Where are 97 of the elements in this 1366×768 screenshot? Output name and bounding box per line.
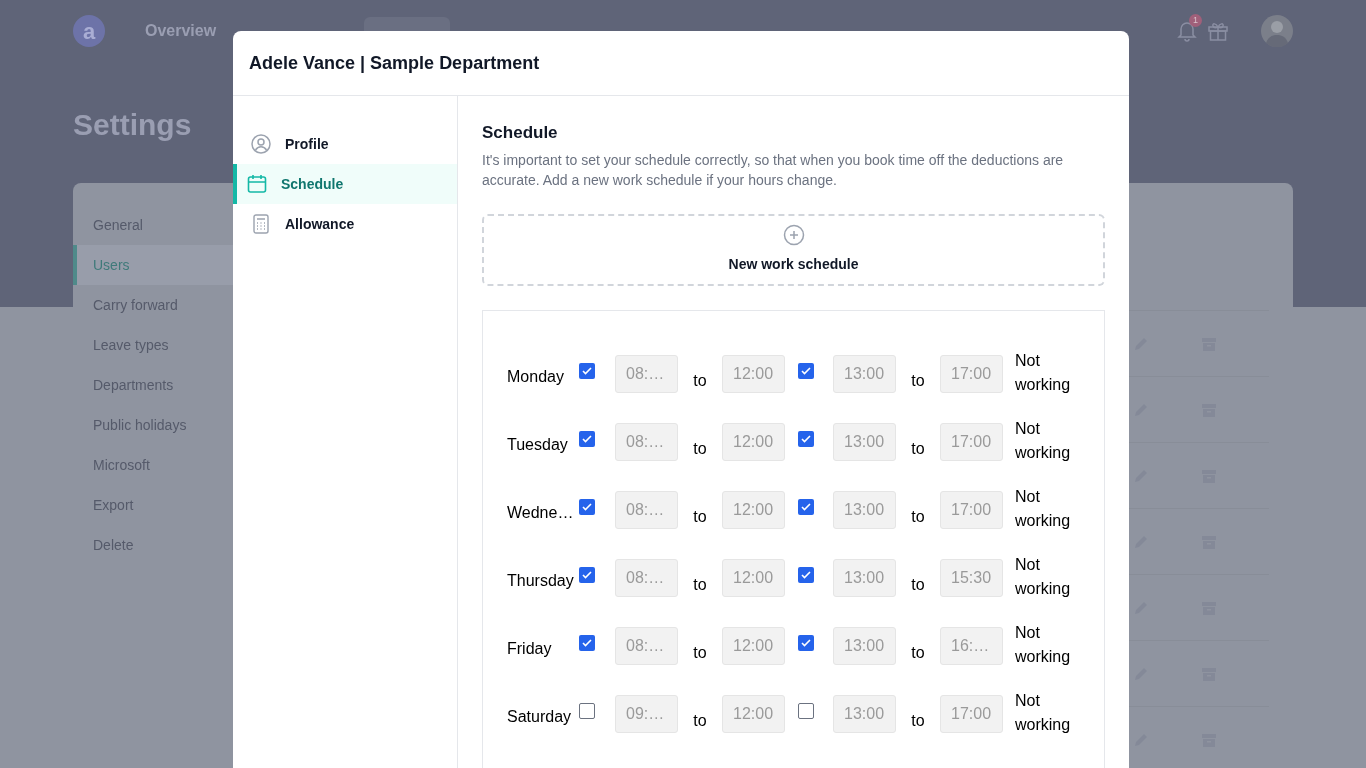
time-field[interactable]: 13:00 — [833, 490, 896, 529]
time-field[interactable]: 12:00 — [722, 422, 785, 461]
checkbox[interactable] — [579, 430, 595, 447]
checkbox[interactable] — [798, 702, 814, 719]
to-label: to — [692, 574, 708, 595]
avatar[interactable] — [1261, 15, 1293, 47]
page-title: Settings — [73, 107, 192, 143]
day-label: Thursday — [507, 570, 575, 591]
check-icon — [582, 366, 592, 375]
section-title: Schedule — [482, 122, 559, 144]
check-icon — [582, 502, 592, 511]
section-description: It's important to set your schedule correctly, so that when you book time off the deductions are accurate. Add a new work schedule if your hours change. — [482, 150, 1065, 190]
checkbox[interactable] — [798, 634, 814, 651]
settings-menu-item[interactable]: Departments — [73, 365, 233, 405]
time-field[interactable]: 08:… — [615, 422, 678, 461]
to-label: to — [692, 506, 708, 527]
time-field[interactable]: 12:00 — [722, 490, 785, 529]
gift-icon[interactable] — [1207, 20, 1229, 42]
new-schedule-button[interactable]: New work schedule — [482, 213, 1105, 286]
checkbox[interactable] — [579, 498, 595, 515]
day-label: Tuesday — [507, 434, 569, 455]
day-label: Wedne… — [507, 502, 575, 523]
settings-menu-item[interactable]: General — [73, 205, 233, 245]
nav-label: Allowance — [285, 214, 355, 234]
to-label: to — [692, 642, 708, 663]
check-icon — [801, 434, 811, 443]
nav-label: Schedule — [281, 174, 344, 194]
time-field[interactable]: 12:00 — [722, 694, 785, 733]
time-field[interactable]: 13:00 — [833, 422, 896, 461]
status-label: Not working — [1015, 690, 1072, 735]
time-field[interactable]: 13:00 — [833, 558, 896, 597]
checkbox[interactable] — [579, 634, 595, 651]
to-label: to — [910, 710, 926, 731]
checkbox[interactable] — [798, 430, 814, 447]
checkbox[interactable] — [579, 566, 595, 583]
time-field[interactable]: 17:00 — [940, 422, 1003, 461]
checkbox[interactable] — [798, 362, 814, 379]
status-label: Not working — [1015, 554, 1072, 599]
to-label: to — [692, 710, 708, 731]
to-label: to — [910, 506, 926, 527]
day-label: Monday — [507, 366, 565, 387]
calendar-icon — [247, 174, 267, 194]
day-label: Friday — [507, 638, 553, 659]
check-icon — [801, 638, 811, 647]
time-field[interactable]: 12:00 — [722, 354, 785, 393]
day-label: Saturday — [507, 706, 573, 727]
checkbox[interactable] — [798, 498, 814, 515]
settings-menu-item[interactable]: Delete — [73, 525, 233, 565]
time-field[interactable]: 17:00 — [940, 354, 1003, 393]
time-field[interactable]: 12:00 — [722, 626, 785, 665]
check-icon — [582, 570, 592, 579]
status-label: Not working — [1015, 622, 1072, 667]
to-label: to — [692, 370, 708, 391]
plus-circle-icon — [782, 224, 805, 246]
dialog-nav-item[interactable]: Profile — [233, 124, 457, 164]
nav-label: Profile — [285, 134, 329, 154]
checkbox[interactable] — [798, 566, 814, 583]
time-field[interactable]: 08:… — [615, 626, 678, 665]
time-field[interactable]: 08:… — [615, 490, 678, 529]
to-label: to — [910, 574, 926, 595]
dialog-title: Adele Vance | Sample Department — [249, 51, 540, 75]
time-field[interactable]: 13:00 — [833, 694, 896, 733]
checkbox[interactable] — [579, 362, 595, 379]
time-field[interactable]: 15:30 — [940, 558, 1003, 597]
user-icon — [251, 134, 271, 154]
to-label: to — [692, 438, 708, 459]
nav-tab[interactable]: Overview — [133, 13, 229, 49]
checkbox[interactable] — [579, 702, 595, 719]
to-label: to — [910, 438, 926, 459]
dialog-nav-item[interactable]: Schedule — [233, 164, 457, 204]
check-icon — [582, 638, 592, 647]
time-field[interactable]: 13:00 — [833, 354, 896, 393]
settings-menu-item[interactable]: Public holidays — [73, 405, 233, 445]
time-field[interactable]: 16:… — [940, 626, 1003, 665]
time-field[interactable]: 17:00 — [940, 490, 1003, 529]
check-icon — [801, 366, 811, 375]
time-field[interactable]: 08:… — [615, 354, 678, 393]
settings-menu-item[interactable]: Export — [73, 485, 233, 525]
calculator-icon — [253, 214, 269, 234]
settings-menu-item[interactable]: Microsoft — [73, 445, 233, 485]
dialog-nav-item[interactable]: Allowance — [233, 204, 457, 244]
status-label: Not working — [1015, 418, 1072, 463]
check-icon — [582, 434, 592, 443]
time-field[interactable]: 08:… — [615, 558, 678, 597]
time-field[interactable]: 12:00 — [722, 558, 785, 597]
to-label: to — [910, 642, 926, 663]
settings-menu-item[interactable]: Users — [73, 245, 233, 285]
time-field[interactable]: 17:00 — [940, 694, 1003, 733]
check-icon — [801, 570, 811, 579]
status-label: Not working — [1015, 350, 1072, 395]
to-label: to — [910, 370, 926, 391]
check-icon — [801, 502, 811, 511]
time-field[interactable]: 09:… — [615, 694, 678, 733]
settings-menu-item[interactable]: Carry forward — [73, 285, 233, 325]
status-label: Not working — [1015, 486, 1072, 531]
time-field[interactable]: 13:00 — [833, 626, 896, 665]
settings-menu-item[interactable]: Leave types — [73, 325, 233, 365]
